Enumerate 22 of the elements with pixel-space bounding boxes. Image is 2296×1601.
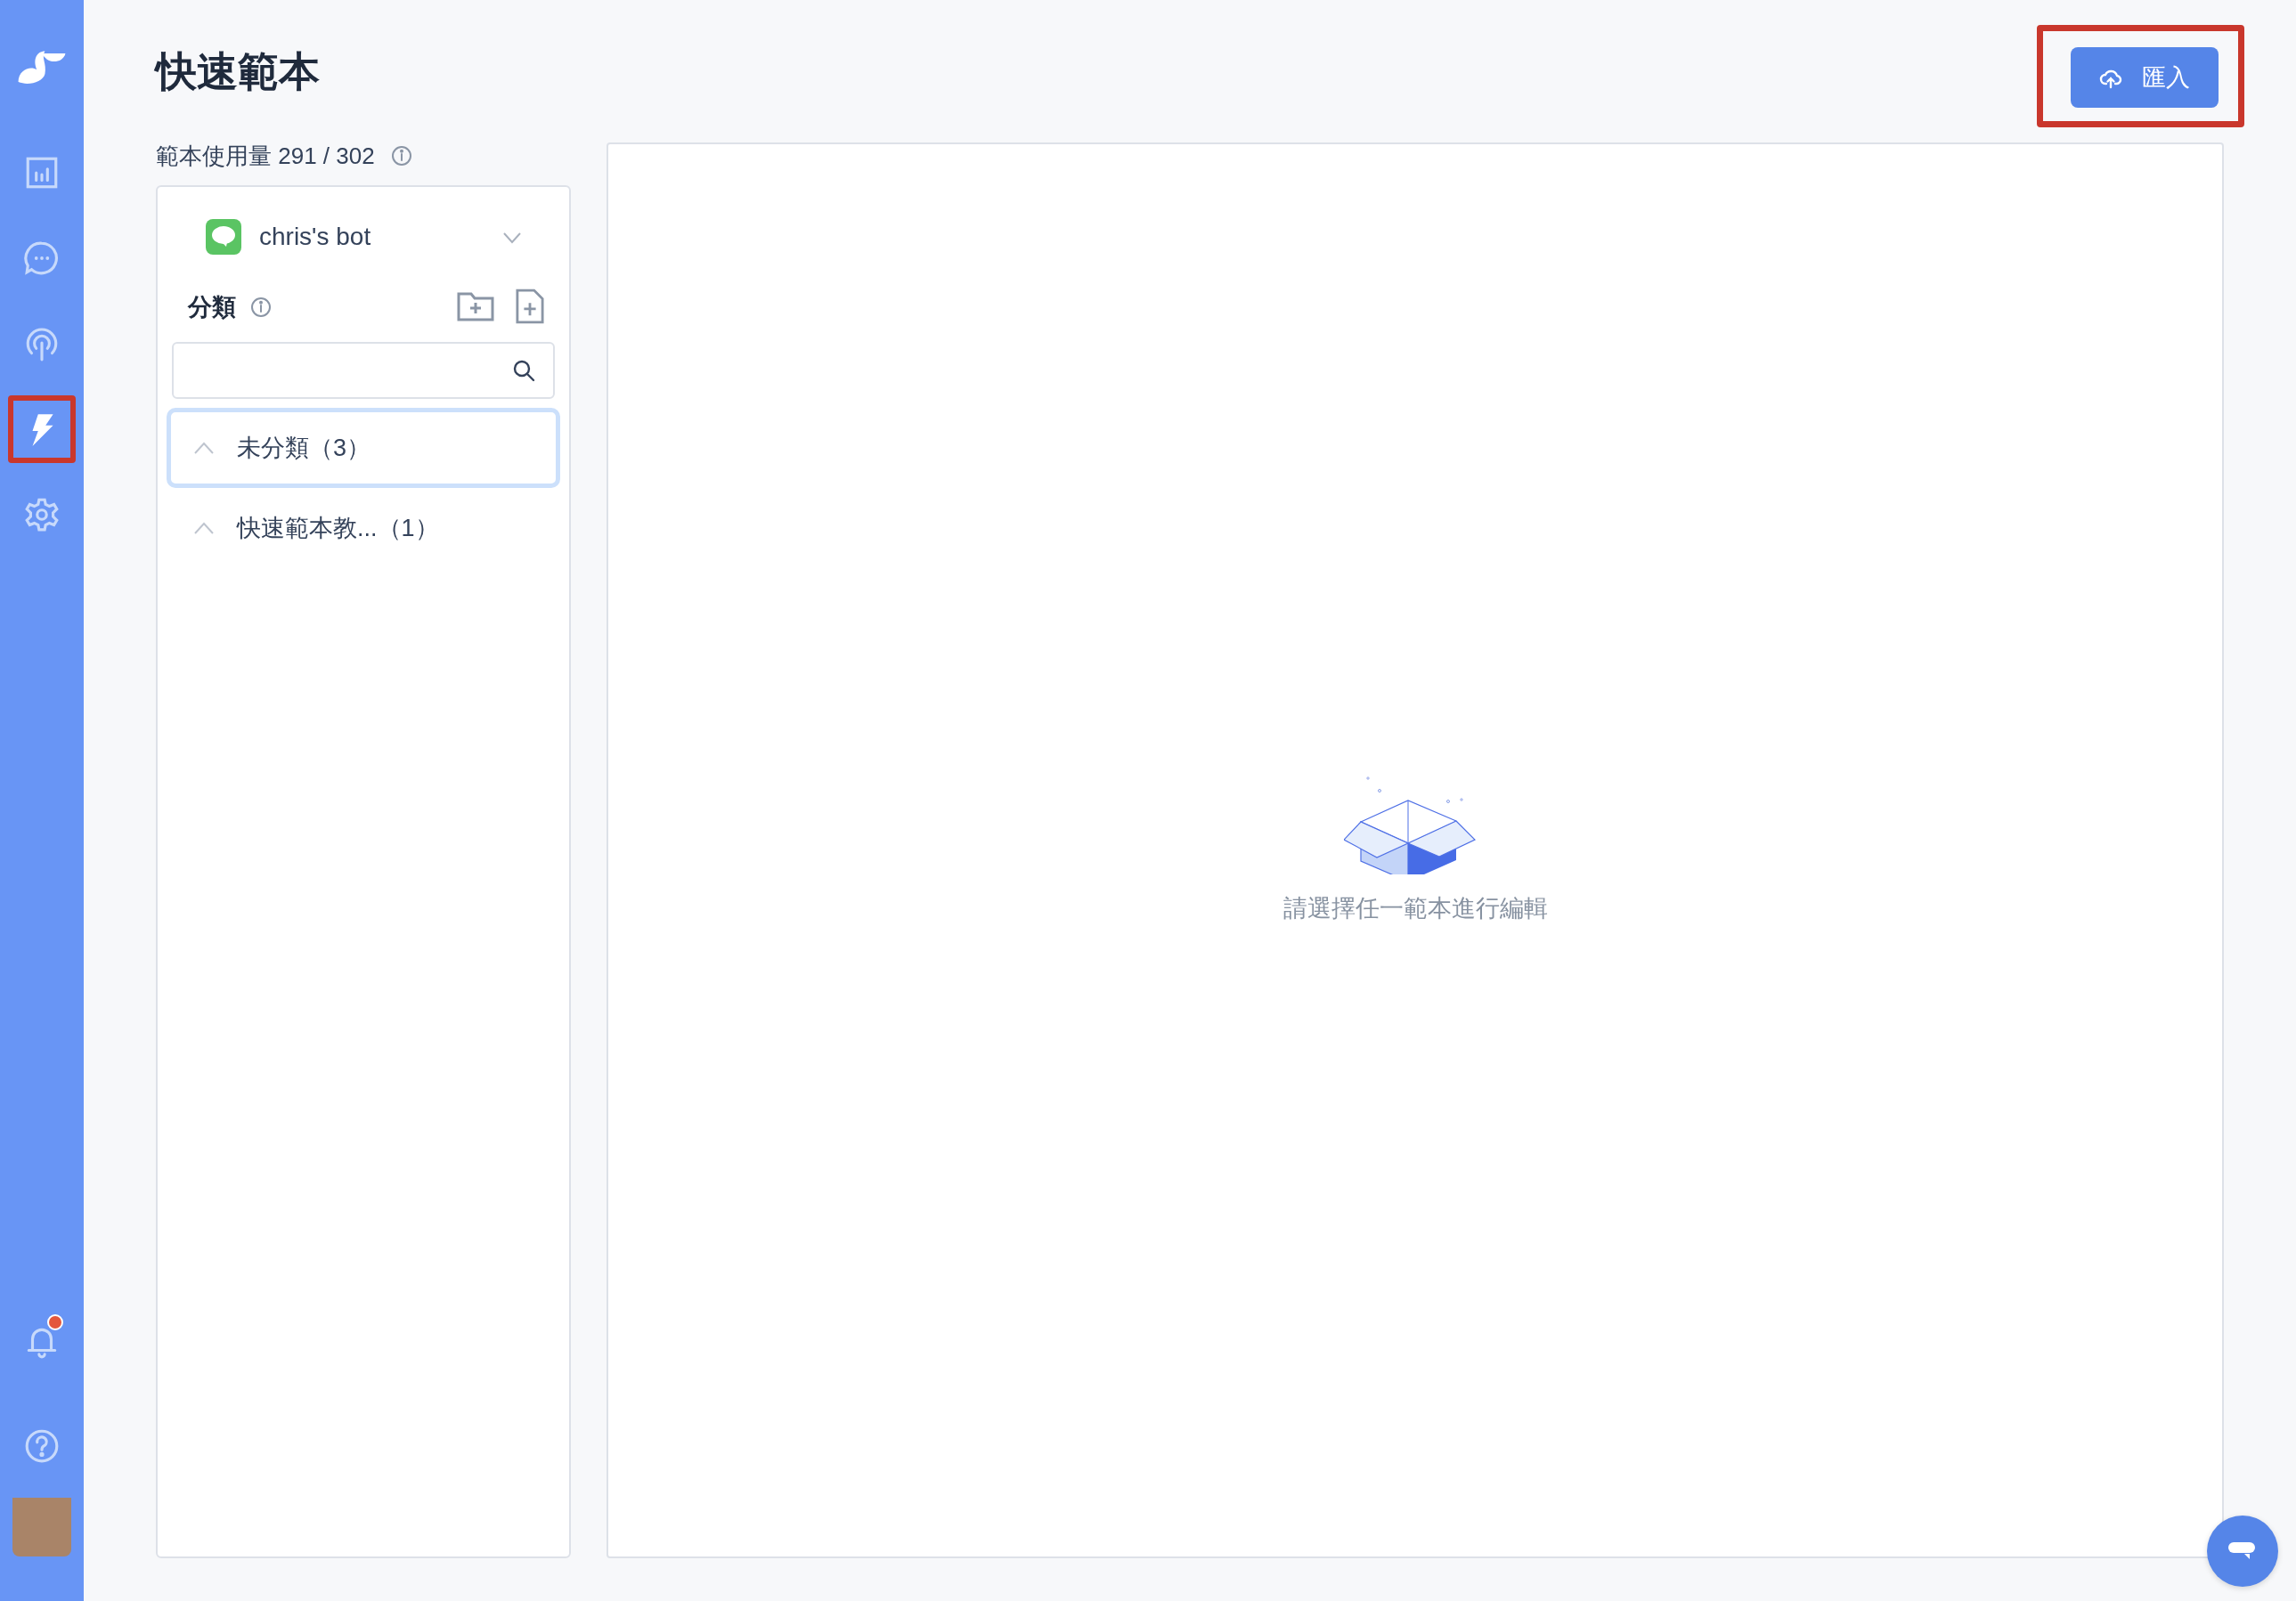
category-heading: 分類 [188,293,236,322]
line-app-icon [206,219,241,255]
search-field[interactable] [172,342,555,399]
chat-icon [23,240,61,277]
info-icon[interactable] [390,145,412,167]
info-icon[interactable] [250,297,272,318]
empty-state-message: 請選擇任一範本進行編輯 [1282,894,1548,923]
bot-name: chris's bot [259,223,372,251]
bot-selector[interactable]: chris's bot [172,214,555,260]
chevron-up-icon [194,522,214,534]
search-icon[interactable] [512,359,535,382]
settings-icon [23,496,61,533]
import-button[interactable]: 匯入 [2071,47,2219,108]
chevron-up-icon [194,442,214,454]
chat-support-button[interactable] [2207,1516,2278,1587]
category-item[interactable]: 未分類（3） [167,408,560,488]
notification-dot [47,1314,63,1330]
highlighted-nav-button[interactable] [8,395,76,463]
usage-count: 範本使用量 291 / 302 [156,141,375,171]
page-title: 快速範本 [156,47,320,96]
help-icon [23,1427,61,1465]
category-item[interactable]: 快速範本教...（1） [167,488,560,568]
